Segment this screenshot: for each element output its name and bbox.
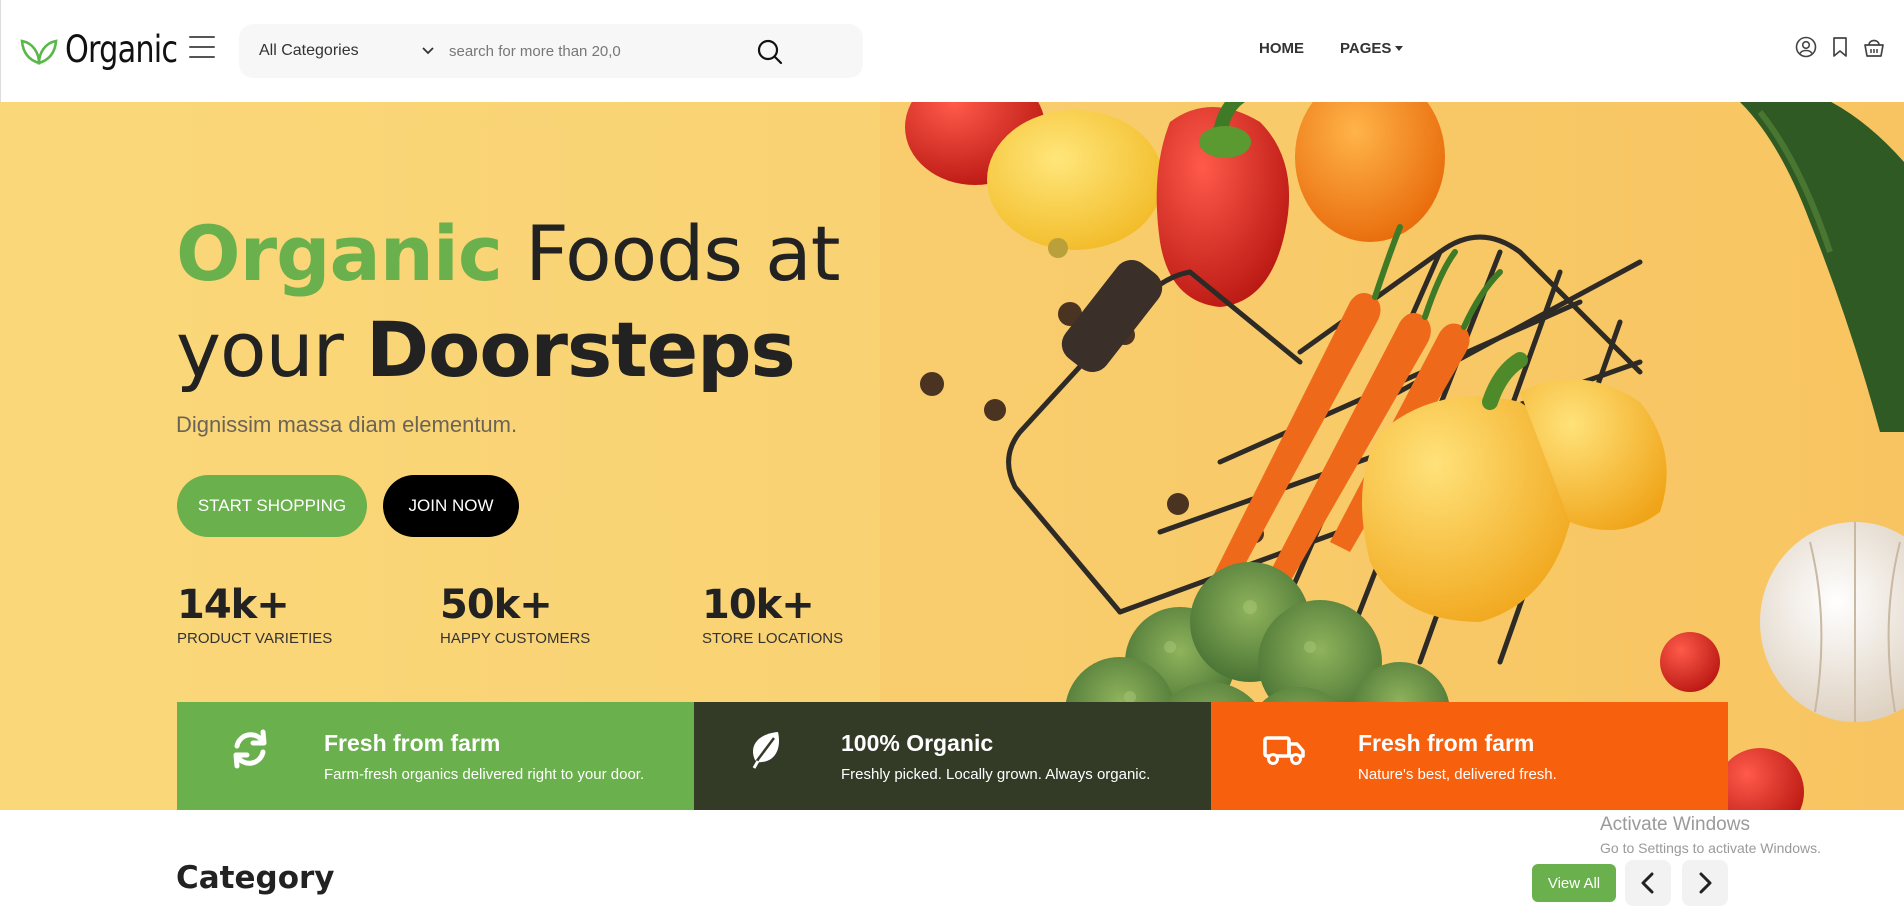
carousel-next-button[interactable] (1682, 860, 1728, 906)
user-icon[interactable] (1795, 36, 1817, 58)
truck-icon (1263, 736, 1305, 765)
stat-value: 50k+ (440, 582, 553, 628)
hero-title: Organic Foods at your Doorsteps (176, 206, 841, 398)
nav-pages[interactable]: PAGES (1340, 40, 1404, 57)
search-bar: All Categories (239, 24, 863, 78)
feature-desc: Freshly picked. Locally grown. Always or… (841, 766, 1151, 783)
stat-happy-customers: 50k+ HAPPY CUSTOMERS (440, 582, 590, 647)
leaf-icon (752, 732, 780, 769)
search-input[interactable] (449, 36, 749, 66)
start-shopping-button[interactable]: START SHOPPING (177, 475, 367, 537)
feature-fresh-farm: Fresh from farm Farm-fresh organics deli… (177, 702, 694, 810)
nav-home[interactable]: HOME (1259, 40, 1304, 57)
stat-label: HAPPY CUSTOMERS (440, 630, 591, 647)
hero-title-line2b: Doorsteps (366, 305, 796, 394)
feature-strip: Fresh from farm Farm-fresh organics deli… (177, 702, 1728, 810)
feature-title: 100% Organic (841, 730, 994, 756)
windows-activation-watermark: Activate Windows Go to Settings to activ… (1600, 814, 1821, 856)
stat-store-locations: 10k+ STORE LOCATIONS (702, 582, 843, 647)
header-icons (1795, 36, 1885, 58)
refresh-icon (233, 729, 267, 769)
feature-organic: 100% Organic Freshly picked. Locally gro… (694, 702, 1211, 810)
main-nav: HOME PAGES (1259, 40, 1404, 57)
hero-title-line2a: your (176, 305, 367, 394)
category-select[interactable]: All Categories (259, 24, 435, 78)
view-all-button[interactable]: View All (1532, 864, 1616, 902)
logo-text: Organic (65, 28, 178, 71)
watermark-line2: Go to Settings to activate Windows. (1600, 840, 1821, 856)
nav-pages-label: PAGES (1340, 40, 1392, 57)
leaf-logo-icon (20, 38, 58, 65)
carousel-prev-button[interactable] (1625, 860, 1671, 906)
chevron-down-icon (422, 47, 434, 55)
feature-title: Fresh from farm (324, 730, 501, 756)
feature-delivery: Fresh from farm Nature's best, delivered… (1211, 702, 1728, 810)
category-heading: Category (176, 860, 335, 896)
feature-desc: Nature's best, delivered fresh. (1358, 766, 1557, 783)
hero-title-line1: Foods at (501, 209, 840, 298)
site-header: Organic All Categories HOME PAGES (0, 0, 1904, 102)
caret-down-icon (1395, 45, 1404, 51)
hero-subtitle: Dignissim massa diam elementum. (176, 412, 518, 437)
hero-title-highlight: Organic (176, 209, 503, 298)
menu-hamburger-icon[interactable] (189, 36, 215, 58)
search-icon[interactable] (755, 37, 785, 67)
cart-basket-icon[interactable] (1863, 36, 1885, 58)
category-select-value: All Categories (259, 42, 359, 59)
join-now-button[interactable]: JOIN NOW (383, 475, 519, 537)
chevron-left-icon (1641, 872, 1654, 894)
stat-label: PRODUCT VARIETIES (177, 630, 333, 647)
stat-value: 10k+ (702, 582, 815, 628)
hero-banner: Organic Foods at your Doorsteps Dignissi… (0, 102, 1904, 810)
stat-value: 14k+ (177, 582, 290, 628)
bookmark-icon[interactable] (1829, 36, 1851, 58)
feature-desc: Farm-fresh organics delivered right to y… (324, 766, 645, 783)
stat-label: STORE LOCATIONS (702, 630, 844, 647)
watermark-line1: Activate Windows (1600, 814, 1750, 835)
logo[interactable]: Organic (19, 28, 202, 71)
stat-product-varieties: 14k+ PRODUCT VARIETIES (177, 582, 332, 647)
feature-title: Fresh from farm (1358, 730, 1535, 756)
chevron-right-icon (1699, 872, 1712, 894)
